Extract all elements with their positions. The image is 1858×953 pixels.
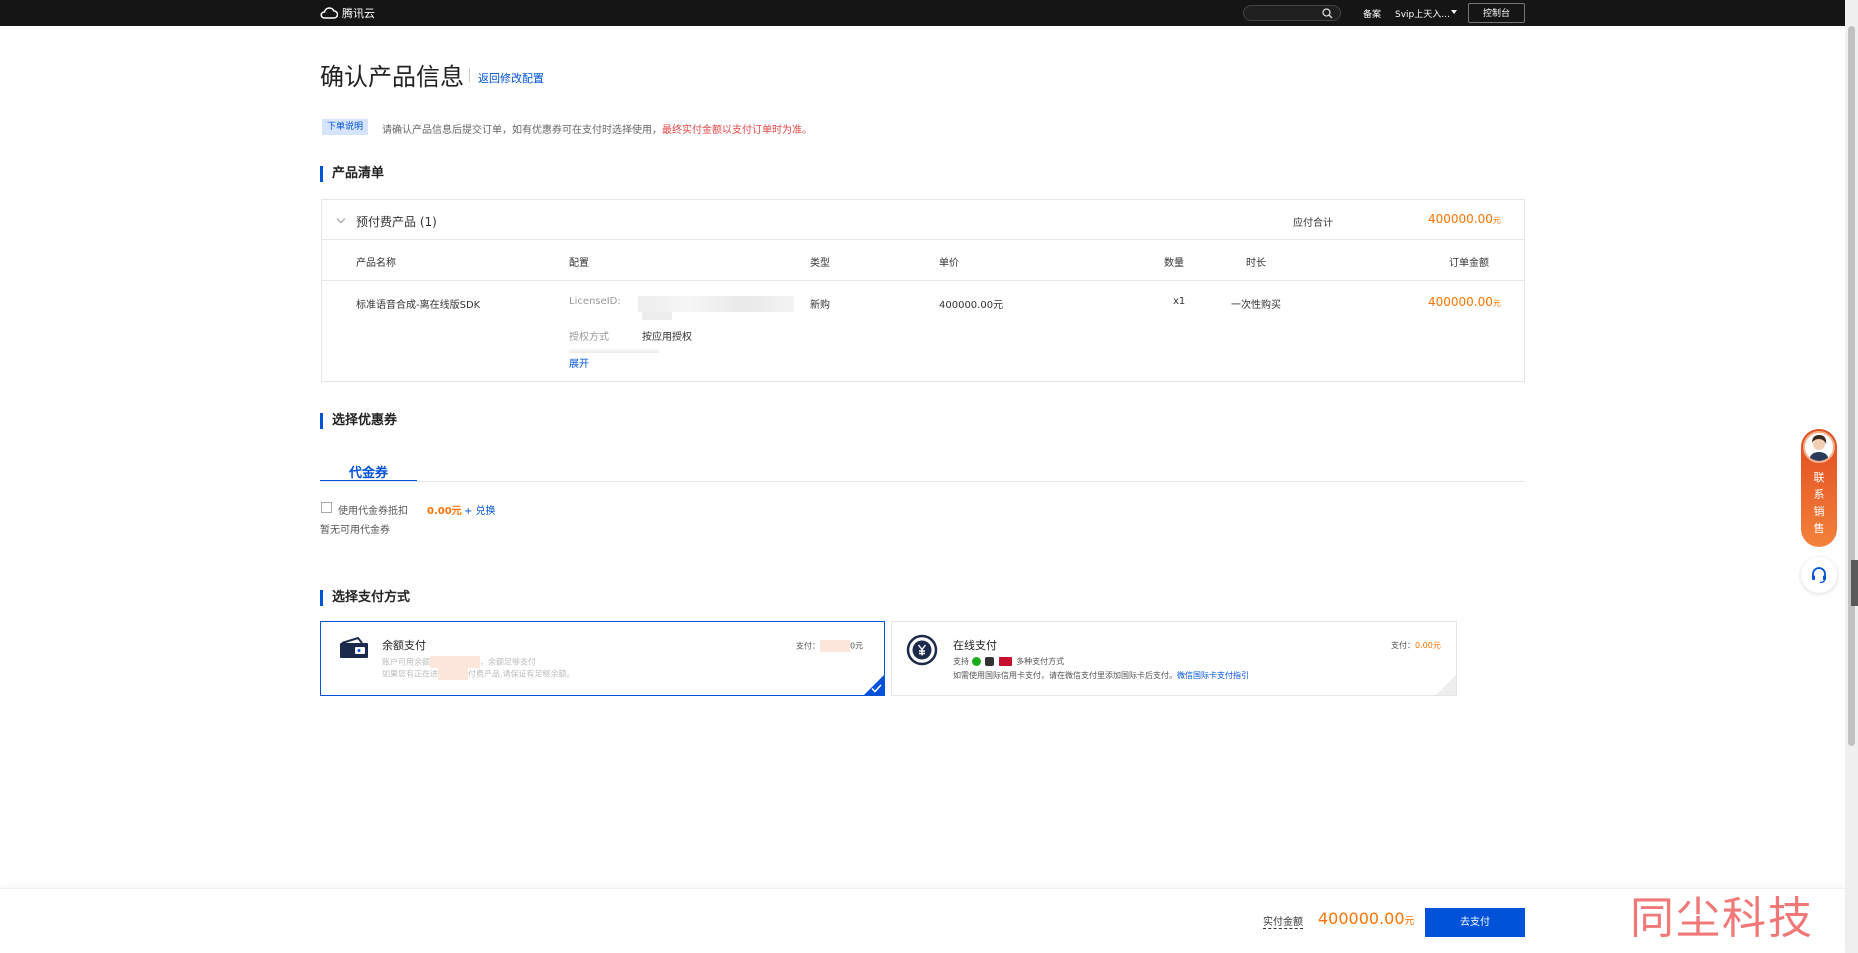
redacted-license-id [638,296,794,312]
config-value-auth: 按应用授权 [642,332,692,343]
column-header: 时长 [1246,258,1266,269]
quantity: x1 [1173,296,1186,307]
yuan-coin-icon [906,634,938,666]
redacted-amount [820,640,850,652]
table-header: 产品名称 配置 类型 单价 数量 时长 订单金额 [322,240,1524,281]
online-pay-note: 如需使用国际信用卡支付，请在微信支付里添加国际卡后支付。微信国际卡支付指引 [953,671,1249,680]
cloud-logo-icon [320,7,338,19]
redacted-balance [430,656,480,668]
check-icon [871,684,882,693]
column-header: 数量 [1164,258,1184,269]
config-key-auth: 授权方式 [569,332,609,343]
notice-highlight: 最终实付金额以支付订单时为准。 [662,125,812,136]
chevron-down-icon[interactable] [336,214,346,224]
scrollbar-thumb[interactable] [1848,26,1855,746]
column-header: 订单金额 [1449,258,1489,269]
online-payment-card[interactable]: 在线支付 支持 多种支付方式 如需使用国际信用卡支付，请在微信支付里添加国际卡后… [891,621,1457,696]
redacted-license-id-tail [642,312,672,320]
product-name: 标准语音合成-离在线版SDK [356,300,481,311]
contact-sales-text: 联系销售 [1813,471,1825,535]
group-total-label: 应付合计 [1293,218,1333,229]
wallet-icon [340,636,368,658]
top-search-input[interactable] [1243,5,1341,21]
payment-section-title: 选择支付方式 [320,590,410,606]
expand-config-link[interactable]: 展开 [569,355,589,370]
brand-logo[interactable]: 腾讯云 [320,5,375,21]
online-pay-methods: 支持 多种支付方式 [953,657,1065,666]
product-type: 新购 [810,300,830,311]
support-button[interactable] [1801,557,1837,593]
order-notice-text: 请确认产品信息后提交订单，如有优惠券可在支付时选择使用，最终实付金额以支付订单时… [382,121,812,136]
wechat-pay-icon [971,657,981,666]
order-notice-tag: 下单说明 [322,119,369,135]
page-title: 确认产品信息 [320,63,464,91]
product-table: 预付费产品 (1) 应付合计 400000.00元 产品名称 配置 类型 单价 … [321,199,1525,382]
sales-avatar [1803,431,1835,463]
redacted-text [438,668,468,680]
chevron-down-icon[interactable] [1451,10,1457,14]
balance-pay-note: 如果您有正在进 付费产品,请保证有足够余额。 [382,668,575,680]
truncated-config-row [569,348,659,353]
page-scrollbar[interactable] [1845,0,1858,953]
unit-price: 400000.00元 [939,300,1004,311]
balance-payment-card[interactable]: 余额支付 账户可用余额 ，余额足够支付 如果您有正在进 付费产品,请保证有足够余额。… [320,621,885,696]
balance-pay-desc: 账户可用余额 ，余额足够支付 [382,656,536,668]
final-amount-label: 实付金额 [1263,913,1303,929]
coupon-section-title: 选择优惠券 [320,413,397,429]
side-grip-handle[interactable] [1851,560,1858,606]
headset-icon [1812,567,1826,584]
tab-voucher[interactable]: 代金券 [320,462,417,482]
brand-name: 腾讯云 [342,7,375,20]
group-total-amount: 400000.00元 [1428,212,1501,226]
beian-link[interactable]: 备案 [1363,7,1381,20]
title-divider [469,68,470,82]
unionpay-icon [998,657,1012,666]
column-header: 单价 [939,258,959,269]
config-key-license: LicenseID: [569,296,621,307]
duration: 一次性购买 [1231,300,1281,311]
column-header: 类型 [810,258,830,269]
use-voucher-checkbox[interactable] [321,502,332,513]
online-pay-title: 在线支付 [953,639,997,652]
qq-pay-icon [985,657,995,666]
final-amount: 400000.00元 [1318,909,1415,928]
column-header: 产品名称 [356,258,396,269]
balance-pay-title: 余额支付 [382,639,426,652]
order-amount: 400000.00元 [1428,295,1501,309]
product-list-title: 产品清单 [320,166,384,182]
column-header: 配置 [569,258,589,269]
notice-body: 请确认产品信息后提交订单，如有优惠券可在支付时选择使用， [382,125,662,136]
product-group-name: 预付费产品 (1) [356,215,437,229]
top-navbar: 腾讯云 备案 Svip上天入... 控制台 [0,0,1858,26]
online-pay-amount: 支付：0.00元 [1391,641,1441,650]
person-avatar-icon [1809,435,1829,461]
voucher-amount: 0.00元 [427,506,462,517]
pay-button[interactable]: 去支付 [1425,908,1525,937]
product-group-header[interactable]: 预付费产品 (1) 应付合计 400000.00元 [322,200,1524,240]
checkout-bar: 实付金额 400000.00元 去支付 [0,888,1845,953]
contact-sales-widget[interactable]: 联系销售 [1801,429,1837,547]
tab-divider [320,481,1525,482]
use-voucher-label[interactable]: 使用代金券抵扣 [338,502,408,517]
console-button[interactable]: 控制台 [1468,3,1525,23]
balance-pay-amount: 支付： 0元 [796,640,864,652]
back-to-config-link[interactable]: 返回修改配置 [478,70,544,86]
user-menu[interactable]: Svip上天入... [1395,7,1450,20]
watermark-text: 同尘科技 [1630,893,1814,944]
search-icon [1322,8,1333,19]
unselected-corner [1436,675,1456,695]
exchange-voucher-link[interactable]: + 兑换 [464,502,496,517]
no-voucher-text: 暂无可用代金券 [320,525,390,536]
intl-card-guide-link[interactable]: 微信国际卡支付指引 [1177,671,1249,680]
